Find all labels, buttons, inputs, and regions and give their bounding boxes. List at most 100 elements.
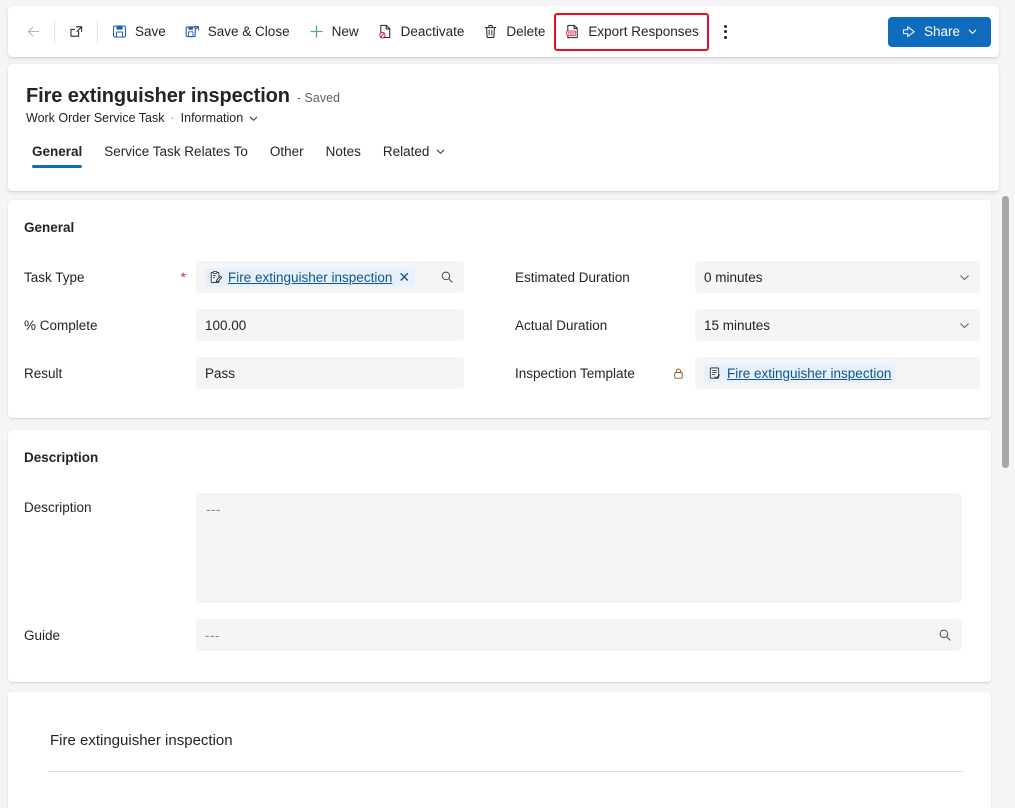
delete-button[interactable]: Delete bbox=[473, 15, 554, 49]
ellipsis-vertical-icon bbox=[724, 24, 728, 39]
inspection-heading: Fire extinguisher inspection bbox=[50, 732, 233, 749]
field-actual-duration: Actual Duration 15 minutes bbox=[499, 301, 990, 349]
guide-value: --- bbox=[205, 627, 220, 643]
actual-duration-select[interactable]: 15 minutes bbox=[695, 309, 980, 341]
lock-icon bbox=[674, 368, 683, 379]
percent-complete-input[interactable]: 100.00 bbox=[196, 309, 464, 341]
form-selector-label: Information bbox=[180, 111, 244, 125]
field-task-type-label: Task Type bbox=[24, 269, 85, 285]
field-guide-label: Guide bbox=[24, 627, 61, 643]
new-button[interactable]: New bbox=[299, 15, 368, 49]
open-in-new-window-button[interactable] bbox=[59, 15, 93, 49]
section-inspection: Fire extinguisher inspection bbox=[8, 692, 991, 808]
inspection-template-pill[interactable]: Fire extinguisher inspection bbox=[704, 363, 896, 383]
back-button[interactable] bbox=[16, 15, 50, 49]
field-result-label: Result bbox=[24, 365, 63, 381]
save-button-label: Save bbox=[135, 24, 166, 39]
field-percent-complete-label-wrap: % Complete bbox=[24, 318, 196, 333]
field-estimated-duration-label: Estimated Duration bbox=[515, 269, 630, 285]
task-type-lookup-input[interactable]: Fire extinguisher inspection ✕ bbox=[196, 261, 464, 293]
required-indicator: * bbox=[180, 269, 186, 285]
chevron-down-glyph bbox=[960, 322, 969, 328]
general-right-column: Estimated Duration 0 minutes Actual Dura… bbox=[499, 253, 990, 397]
more-commands-button[interactable] bbox=[709, 15, 743, 49]
section-general-grid: Task Type * Fire extinguisher inspection bbox=[8, 235, 991, 397]
search-icon[interactable] bbox=[937, 627, 953, 643]
tab-other[interactable]: Other bbox=[259, 139, 315, 168]
field-description: Description --- bbox=[8, 483, 991, 611]
inspection-template-lookup[interactable]: Fire extinguisher inspection bbox=[695, 357, 980, 389]
search-icon[interactable] bbox=[439, 269, 455, 285]
page-title: Fire extinguisher inspection bbox=[26, 85, 290, 107]
deactivate-button-label: Deactivate bbox=[400, 24, 465, 39]
section-description-title: Description bbox=[24, 450, 99, 465]
command-bar: Save Save & Close New Deactivate Delete … bbox=[8, 6, 999, 57]
deactivate-button[interactable]: Deactivate bbox=[368, 15, 474, 49]
tab-general[interactable]: General bbox=[26, 139, 93, 168]
share-button-label: Share bbox=[923, 24, 960, 39]
chevron-down-icon[interactable] bbox=[958, 319, 971, 332]
section-description: Description Description --- Guide --- bbox=[8, 430, 991, 682]
clear-lookup-icon[interactable]: ✕ bbox=[397, 270, 411, 284]
form-scroll-area: General Task Type * Fire extinguisher in… bbox=[0, 194, 1015, 808]
tab-related-label: Related bbox=[382, 144, 430, 159]
inspection-template-link[interactable]: Fire extinguisher inspection bbox=[727, 366, 891, 381]
share-icon bbox=[903, 25, 915, 37]
back-arrow-icon bbox=[27, 26, 39, 37]
chevron-down-glyph bbox=[960, 274, 969, 280]
description-value: --- bbox=[206, 502, 221, 517]
section-general-title: General bbox=[24, 220, 75, 235]
estimated-duration-select[interactable]: 0 minutes bbox=[695, 261, 980, 293]
export-responses-button-label: Export Responses bbox=[588, 24, 699, 39]
tab-notes[interactable]: Notes bbox=[315, 139, 372, 168]
tab-service-task-relates-to-label: Service Task Relates To bbox=[104, 144, 248, 159]
vertical-scrollbar[interactable] bbox=[1001, 196, 1011, 806]
entity-name-label: Work Order Service Task bbox=[26, 111, 165, 125]
inspection-divider bbox=[48, 771, 963, 772]
field-percent-complete-label: % Complete bbox=[24, 317, 98, 333]
task-type-lookup-link[interactable]: Fire extinguisher inspection bbox=[228, 270, 392, 285]
save-and-close-button-label: Save & Close bbox=[207, 24, 290, 39]
tab-service-task-relates-to[interactable]: Service Task Relates To bbox=[93, 139, 259, 168]
field-task-type-label-wrap: Task Type * bbox=[24, 270, 196, 285]
share-button[interactable]: Share bbox=[887, 16, 991, 47]
section-general: General Task Type * Fire extinguisher in… bbox=[8, 200, 991, 418]
tab-general-label: General bbox=[32, 144, 83, 159]
field-actual-duration-label: Actual Duration bbox=[515, 317, 608, 333]
svg-text:PDF: PDF bbox=[568, 31, 576, 35]
field-guide-label-wrap: Guide bbox=[24, 628, 196, 643]
save-and-close-button[interactable]: Save & Close bbox=[175, 15, 299, 49]
save-and-close-icon bbox=[185, 26, 199, 38]
save-status-text: - Saved bbox=[296, 91, 341, 105]
tab-notes-label: Notes bbox=[325, 144, 361, 159]
save-icon bbox=[113, 25, 126, 38]
field-inspection-template-label: Inspection Template bbox=[515, 365, 635, 381]
guide-lookup-input[interactable]: --- bbox=[196, 619, 962, 651]
field-result-label-wrap: Result bbox=[24, 366, 196, 381]
task-type-icon bbox=[210, 270, 223, 283]
estimated-duration-value: 0 minutes bbox=[704, 269, 763, 285]
field-percent-complete: % Complete 100.00 bbox=[8, 301, 499, 349]
inspection-template-icon bbox=[709, 367, 720, 379]
chevron-down-icon bbox=[968, 29, 977, 34]
result-input[interactable]: Pass bbox=[196, 357, 464, 389]
save-button[interactable]: Save bbox=[102, 15, 175, 49]
breadcrumb: Work Order Service Task · Information bbox=[8, 108, 999, 125]
record-title-row: Fire extinguisher inspection - Saved bbox=[8, 64, 999, 108]
percent-complete-value: 100.00 bbox=[205, 317, 247, 333]
trash-icon bbox=[485, 25, 497, 39]
tab-related[interactable]: Related bbox=[372, 139, 458, 168]
chevron-down-icon bbox=[437, 149, 445, 154]
form-tab-list: General Service Task Relates To Other No… bbox=[8, 125, 999, 168]
tab-other-label: Other bbox=[269, 144, 304, 159]
chevron-down-icon[interactable] bbox=[958, 271, 971, 284]
export-responses-button[interactable]: PDF Export Responses bbox=[554, 12, 709, 51]
form-selector[interactable]: Information bbox=[181, 111, 260, 125]
description-textarea[interactable]: --- bbox=[196, 493, 962, 603]
toolbar-divider-2 bbox=[97, 20, 98, 43]
chevron-down-icon bbox=[249, 116, 258, 121]
new-button-label: New bbox=[331, 24, 359, 39]
task-type-lookup-pill[interactable]: Fire extinguisher inspection ✕ bbox=[205, 267, 416, 287]
field-task-type: Task Type * Fire extinguisher inspection bbox=[8, 253, 499, 301]
scrollbar-thumb[interactable] bbox=[1002, 196, 1009, 468]
